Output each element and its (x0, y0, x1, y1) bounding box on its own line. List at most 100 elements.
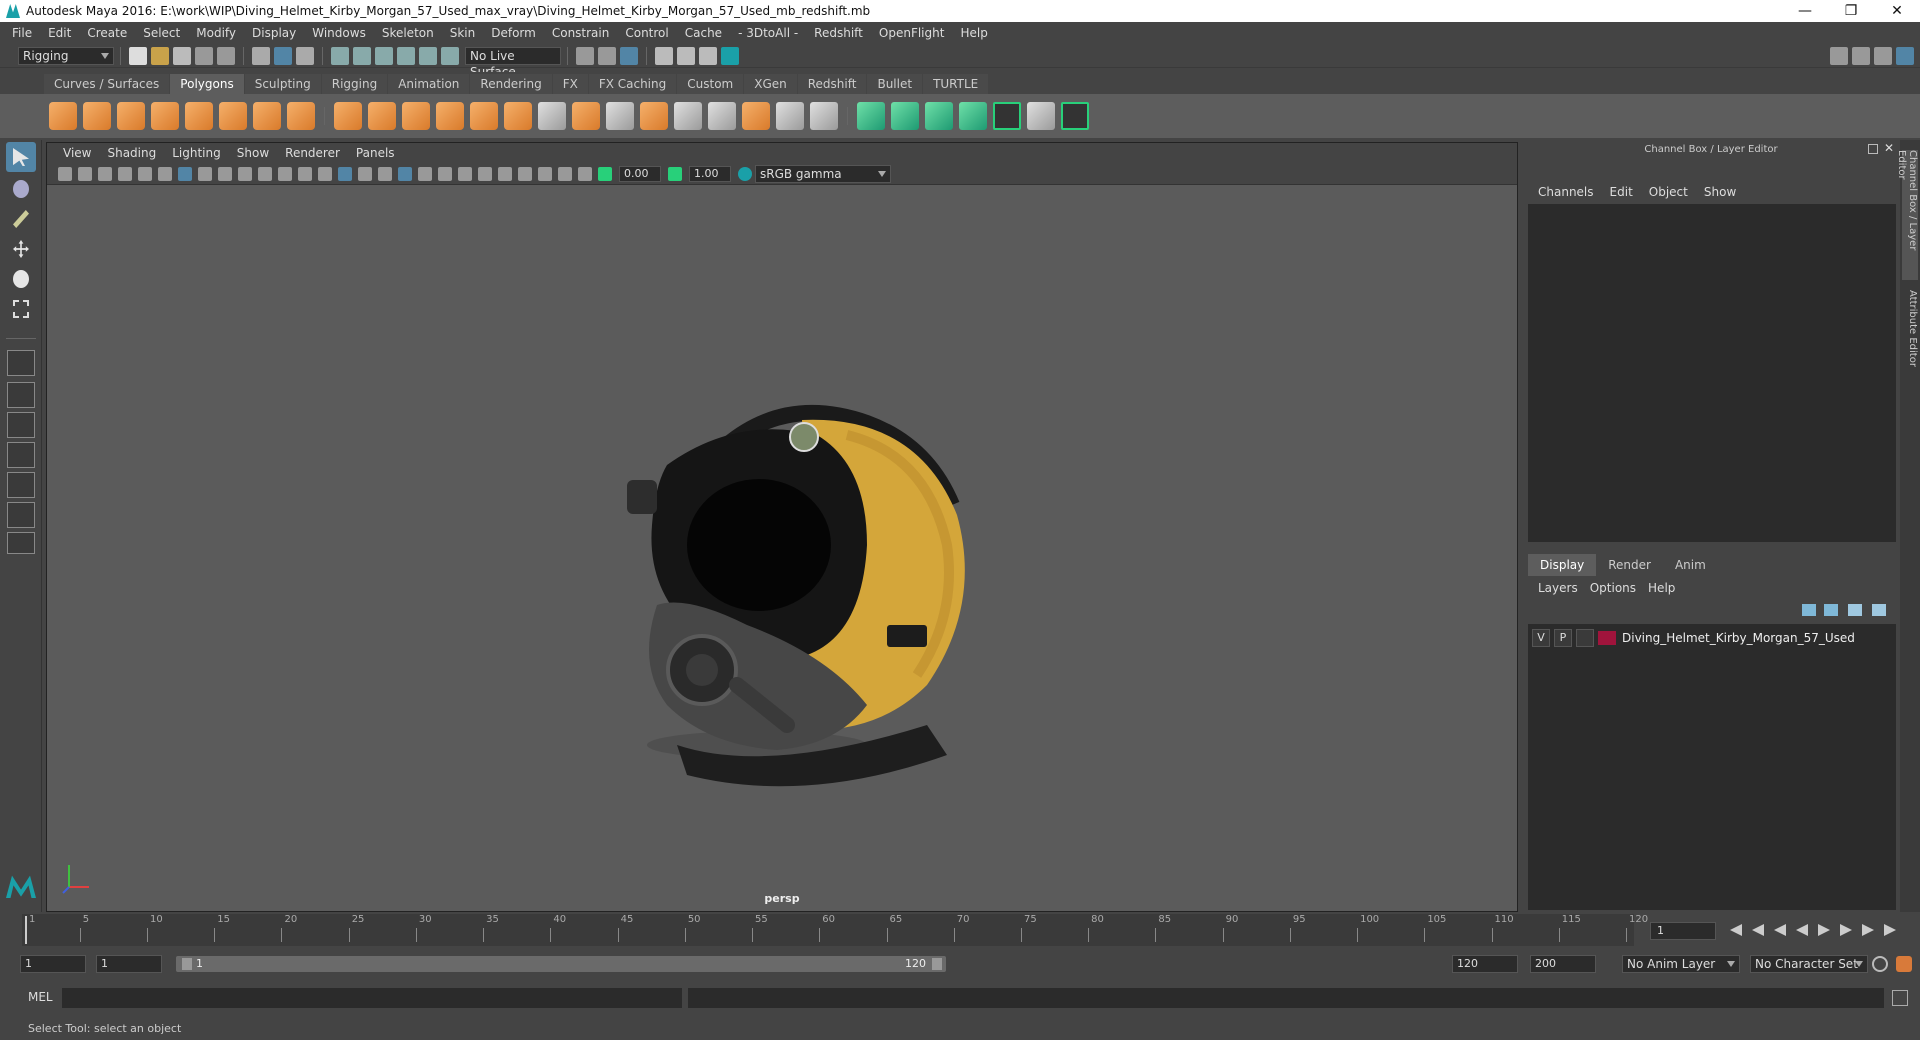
script-editor-icon[interactable] (1892, 990, 1908, 1006)
xray-joints-icon[interactable] (558, 166, 572, 181)
menu-create[interactable]: Create (79, 26, 135, 40)
camera-attributes-icon[interactable] (78, 166, 92, 181)
attribute-editor-toggle-icon[interactable] (1874, 46, 1892, 65)
shelf-tab-curves-surfaces[interactable]: Curves / Surfaces (44, 74, 170, 94)
range-end-handle[interactable] (932, 958, 942, 970)
bridge-icon[interactable] (606, 102, 634, 130)
image-plane-icon[interactable] (118, 166, 132, 181)
channel-box-area[interactable] (1528, 204, 1896, 542)
go-to-start-icon[interactable] (1730, 924, 1742, 936)
help-menu[interactable]: Help (1642, 578, 1681, 598)
time-ruler[interactable]: 1 5 10 15 20 25 30 35 40 45 50 55 60 65 70 75 80 85 90 95 10… (22, 914, 1648, 946)
extrude-icon[interactable] (572, 102, 600, 130)
menuset-dropdown[interactable]: Rigging (18, 46, 114, 65)
menu-display[interactable]: Display (244, 26, 304, 40)
go-to-end-icon[interactable] (1884, 924, 1896, 936)
viewport-menu-view[interactable]: View (55, 146, 99, 160)
menu-redshift[interactable]: Redshift (806, 26, 871, 40)
tab-anim[interactable]: Anim (1663, 554, 1718, 576)
viewport-menu-renderer[interactable]: Renderer (277, 146, 348, 160)
boolean-icon[interactable] (470, 102, 498, 130)
snap-point-icon[interactable] (375, 46, 393, 65)
new-layer-selected-icon[interactable] (1872, 604, 1886, 616)
current-frame-field[interactable]: 1 (1650, 922, 1716, 940)
two-pane-layout-button[interactable] (7, 412, 35, 438)
ambient-occlusion-icon[interactable] (458, 166, 472, 181)
step-back-icon[interactable] (1752, 924, 1764, 936)
new-scene-icon[interactable] (129, 46, 147, 65)
step-back-key-icon[interactable] (1774, 924, 1786, 936)
animation-preferences-icon[interactable] (1896, 956, 1912, 972)
grid-toggle-icon[interactable] (178, 166, 192, 181)
current-time-indicator[interactable] (25, 916, 27, 944)
undo-icon[interactable] (195, 46, 213, 65)
shelf-tab-polygons[interactable]: Polygons (170, 74, 244, 94)
safe-title-icon[interactable] (298, 166, 312, 181)
spherical-uv-icon[interactable] (925, 102, 953, 130)
anti-aliasing-icon[interactable] (498, 166, 512, 181)
custom-layout-button[interactable] (7, 532, 35, 554)
insert-edge-loop-icon[interactable] (674, 102, 702, 130)
modeling-toolkit-icon[interactable] (1852, 46, 1870, 65)
menu-deform[interactable]: Deform (483, 26, 544, 40)
layer-playback-toggle[interactable]: P (1554, 629, 1572, 647)
grease-pencil-icon[interactable] (158, 166, 172, 181)
xray-components-icon[interactable] (578, 166, 592, 181)
step-forward-icon[interactable] (1862, 924, 1874, 936)
shelf-tab-rigging[interactable]: Rigging (321, 74, 388, 94)
layer-visibility-toggle[interactable]: V (1532, 629, 1550, 647)
restore-button[interactable]: ❐ (1828, 0, 1874, 22)
checker-map-icon[interactable] (1027, 102, 1055, 130)
layer-name[interactable]: Diving_Helmet_Kirby_Morgan_57_Used (1622, 631, 1855, 645)
hypershade-icon[interactable] (721, 46, 739, 65)
animation-start-field[interactable]: 1 (20, 955, 86, 973)
save-scene-icon[interactable] (173, 46, 191, 65)
command-language-label[interactable]: MEL (28, 990, 53, 1004)
play-forwards-icon[interactable] (1818, 924, 1830, 936)
shelf-tab-sculpting[interactable]: Sculpting (244, 74, 321, 94)
menu-control[interactable]: Control (617, 26, 676, 40)
cylindrical-uv-icon[interactable] (891, 102, 919, 130)
gamma-field[interactable]: 1.00 (689, 165, 731, 182)
uv-editor-icon[interactable] (993, 102, 1021, 130)
shelf-tab-bullet[interactable]: Bullet (867, 74, 923, 94)
close-panel-icon[interactable]: ✕ (1884, 141, 1894, 155)
attribute-editor-side-tab[interactable]: Attribute Editor (1902, 290, 1918, 390)
mirror-icon[interactable] (504, 102, 532, 130)
snap-view-icon[interactable] (397, 46, 415, 65)
lasso-tool-button[interactable] (6, 174, 36, 204)
outliner-layout-button[interactable] (7, 442, 35, 468)
shelf-tab-animation[interactable]: Animation (388, 74, 470, 94)
four-pane-layout-button[interactable] (7, 382, 35, 408)
poly-cylinder-icon[interactable] (117, 102, 145, 130)
bookmark-icon[interactable] (98, 166, 112, 181)
options-menu[interactable]: Options (1584, 578, 1642, 598)
poly-pipe-icon[interactable] (287, 102, 315, 130)
command-input[interactable] (62, 988, 682, 1008)
render-settings-icon[interactable] (699, 46, 717, 65)
viewport-menu-shading[interactable]: Shading (99, 146, 164, 160)
tab-display[interactable]: Display (1528, 554, 1597, 576)
shelf-tab-fx[interactable]: FX (552, 74, 588, 94)
live-surface-field[interactable]: No Live Surface (465, 46, 561, 79)
menu-modify[interactable]: Modify (188, 26, 244, 40)
select-component-icon[interactable] (296, 46, 314, 65)
edit-menu[interactable]: Edit (1602, 182, 1641, 202)
separate-icon[interactable] (368, 102, 396, 130)
layer-row[interactable]: V P Diving_Helmet_Kirby_Morgan_57_Used (1532, 628, 1892, 648)
snap-surface-icon[interactable] (419, 46, 437, 65)
move-layer-down-icon[interactable] (1824, 604, 1838, 616)
shelf-tab-xgen[interactable]: XGen (744, 74, 797, 94)
automatic-uv-icon[interactable] (959, 102, 987, 130)
color-space-dropdown[interactable]: sRGB gamma (755, 164, 891, 183)
select-tool-button[interactable] (6, 142, 36, 172)
float-panel-icon[interactable] (1868, 144, 1878, 154)
menu-edit[interactable]: Edit (40, 26, 79, 40)
channel-box-toggle-icon[interactable] (1896, 46, 1914, 65)
shadows-icon[interactable] (438, 166, 452, 181)
shelf-tab-fx-caching[interactable]: FX Caching (588, 74, 677, 94)
open-scene-icon[interactable] (151, 46, 169, 65)
viewport-menu-panels[interactable]: Panels (348, 146, 403, 160)
menu-file[interactable]: File (4, 26, 40, 40)
color-management-icon[interactable] (738, 166, 752, 181)
